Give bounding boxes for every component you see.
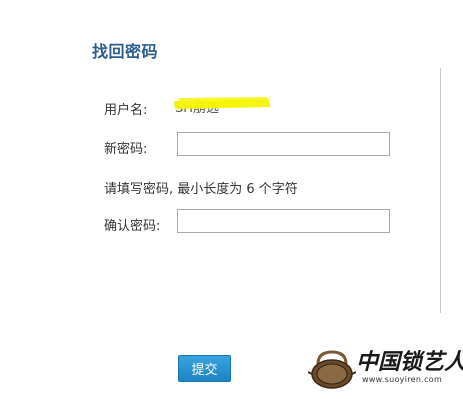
confirm-password-label: 确认密码: — [104, 219, 161, 234]
watermark-text: 中国锁艺人 — [356, 349, 463, 375]
password-hint: 请填写密码, 最小长度为 6 个字符 — [104, 182, 298, 197]
watermark: 中国锁艺人 www.suoyiren.com — [308, 342, 463, 397]
username-label: 用户名: — [104, 103, 148, 118]
confirm-password-field[interactable] — [177, 209, 390, 233]
watermark-url: www.suoyiren.com — [362, 375, 443, 384]
page-title: 找回密码 — [92, 42, 159, 61]
new-password-field[interactable] — [177, 132, 390, 156]
lock-logo-icon — [308, 350, 356, 389]
new-password-label: 新密码: — [104, 142, 148, 157]
username-value: SH崩选 — [175, 101, 220, 116]
submit-button[interactable]: 提交 — [178, 355, 231, 382]
divider — [440, 68, 441, 313]
